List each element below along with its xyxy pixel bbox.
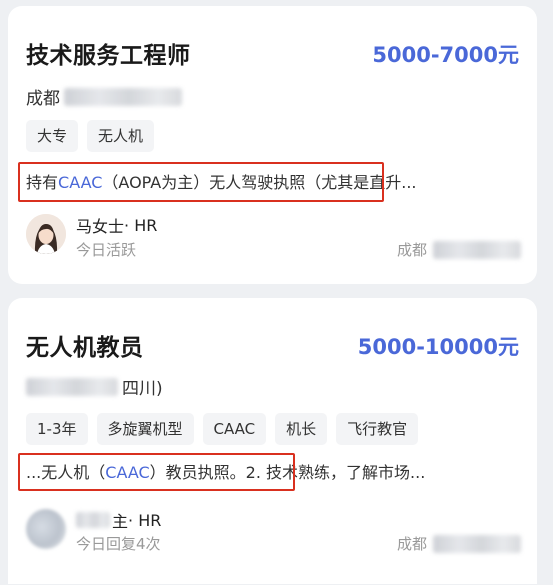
job-card[interactable]: 无人机教员 5000-10000元 四川) 1-3年 多旋翼机型 CAAC 机长…	[8, 298, 537, 584]
job-location: 四川)	[26, 374, 163, 399]
footer-location-redacted	[433, 534, 521, 553]
tag-education: 大专	[26, 120, 79, 152]
location-province: 四川)	[122, 379, 163, 399]
tag-position: 飞行教官	[336, 413, 419, 445]
location-redacted	[26, 377, 118, 396]
hr-status: 今日回复4次	[76, 535, 161, 553]
job-card[interactable]: 技术服务工程师 5000-7000元 成都 大专 无人机 持有CAAC（AOPA…	[8, 6, 537, 284]
hr-name: 马女士 · HR	[76, 215, 158, 237]
location-redacted	[64, 87, 182, 106]
job-description: 持有CAAC（AOPA为主）无人驾驶执照（尤其是直升...	[26, 173, 417, 192]
tag-experience: 1-3年	[26, 413, 88, 445]
footer-location: 成都	[397, 239, 521, 260]
job-location: 成都	[26, 84, 182, 109]
hr-name-redacted	[76, 512, 110, 528]
job-salary: 5000-10000元	[357, 335, 519, 359]
desc-highlight: CAAC	[58, 173, 103, 192]
job-description: ...无人机（CAAC）教员执照。2. 技术熟练，了解市场...	[26, 463, 426, 482]
job-tags: 大专 无人机	[26, 120, 155, 152]
footer-location-redacted	[433, 240, 521, 259]
job-tags: 1-3年 多旋翼机型 CAAC 机长 飞行教官	[26, 413, 419, 445]
hr-name: 主 · HR	[76, 508, 161, 532]
hr-status: 今日活跃	[76, 241, 137, 259]
hr-avatar[interactable]	[26, 214, 66, 254]
location-city: 成都	[26, 89, 60, 109]
desc-highlight: CAAC	[105, 463, 150, 482]
job-title: 无人机教员	[26, 335, 144, 361]
tag-aircraft-type: 多旋翼机型	[96, 413, 194, 445]
tag-role: 机长	[275, 413, 328, 445]
job-salary: 5000-7000元	[372, 43, 519, 67]
tag-license: CAAC	[202, 413, 267, 445]
tag-field: 无人机	[87, 120, 155, 152]
footer-location: 成都	[397, 533, 521, 554]
hr-avatar[interactable]	[26, 509, 66, 549]
job-title: 技术服务工程师	[26, 43, 191, 69]
